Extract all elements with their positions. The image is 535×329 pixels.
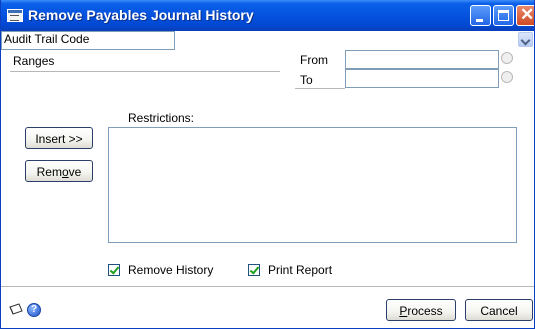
remove-label-mnemonic: o: [61, 165, 69, 179]
maximize-button[interactable]: [493, 5, 514, 26]
insert-button[interactable]: Insert >>: [25, 127, 93, 149]
remove-label-post: ve: [68, 165, 82, 179]
title-bar[interactable]: Remove Payables Journal History ✕: [1, 0, 534, 31]
minimize-button[interactable]: [470, 5, 491, 26]
chevron-down-icon[interactable]: [518, 32, 533, 47]
insert-button-label: Insert >>: [35, 132, 83, 146]
remove-button[interactable]: Remove: [25, 160, 93, 182]
from-label: From: [300, 53, 328, 67]
window-icon: [7, 9, 23, 22]
cancel-button[interactable]: Cancel: [465, 299, 533, 321]
restrictions-label: Restrictions:: [128, 111, 195, 125]
footer-divider: [1, 286, 534, 287]
close-button[interactable]: ✕: [516, 5, 535, 26]
ranges-underline: [10, 71, 280, 72]
window-title: Remove Payables Journal History: [28, 7, 254, 23]
to-label: To: [300, 73, 313, 87]
ranges-selected-value: Audit Trail Code: [4, 32, 90, 46]
print-report-label: Print Report: [268, 263, 333, 277]
remove-history-label: Remove History: [128, 263, 214, 277]
to-field[interactable]: [345, 69, 499, 88]
lookup-icon[interactable]: [499, 51, 516, 68]
close-icon: ✕: [520, 5, 535, 24]
cancel-label: Cancel: [480, 304, 518, 318]
dialog-window: Remove Payables Journal History ✕ Ranges…: [0, 0, 535, 329]
note-icon[interactable]: [8, 302, 24, 316]
from-field[interactable]: [345, 50, 499, 69]
remove-history-checkbox[interactable]: [108, 264, 120, 276]
print-report-checkbox[interactable]: [248, 264, 260, 276]
lookup-icon[interactable]: [499, 70, 516, 87]
ranges-label: Ranges: [13, 54, 55, 68]
help-icon[interactable]: ?: [27, 303, 41, 317]
process-label-post: rocess: [407, 304, 443, 318]
remove-label-pre: Rem: [36, 165, 62, 179]
ranges-select[interactable]: Audit Trail Code: [1, 31, 533, 50]
dialog-body: Ranges Audit Trail Code From To Restrict…: [1, 31, 534, 328]
from-to-divider: [295, 88, 345, 89]
process-button[interactable]: Process: [386, 299, 456, 321]
restrictions-list[interactable]: [108, 127, 517, 243]
